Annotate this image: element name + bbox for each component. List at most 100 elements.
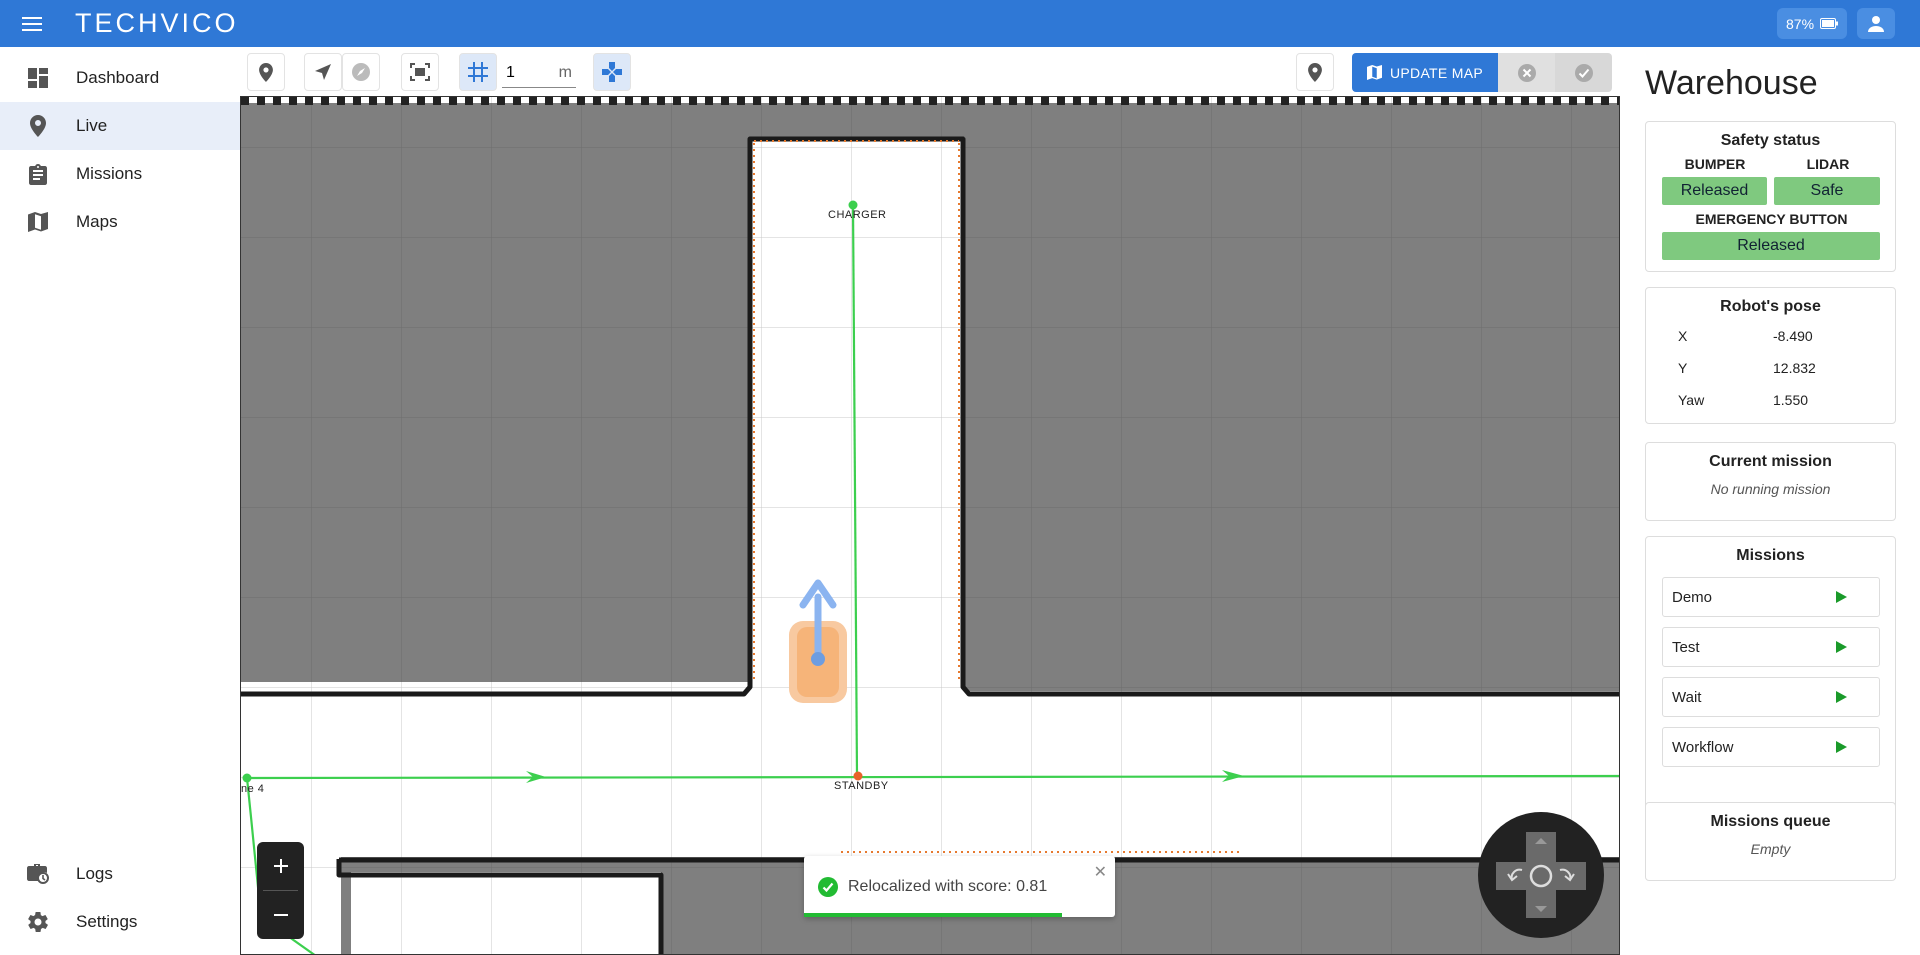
grid-icon xyxy=(468,62,488,82)
card-title: Current mission xyxy=(1709,453,1832,470)
pose-x-value: -8.490 xyxy=(1773,328,1813,344)
current-mission-card: Current mission No running mission xyxy=(1645,442,1896,521)
mission-item-workflow[interactable]: Workflow xyxy=(1662,727,1880,767)
battery-percent: 87% xyxy=(1786,15,1815,32)
sidebar-item-label: Live xyxy=(76,116,108,135)
poi-label-partial: ne 4 xyxy=(241,783,265,795)
robot-pose-card: Robot's pose X -8.490 Y 12.832 Yaw 1.550 xyxy=(1645,287,1896,424)
occupancy-map xyxy=(241,97,1619,954)
mission-name: Test xyxy=(1672,638,1700,656)
card-title: Robot's pose xyxy=(1720,298,1821,315)
pose-yaw-value: 1.550 xyxy=(1773,392,1809,408)
plus-icon xyxy=(273,859,288,873)
joystick-control[interactable] xyxy=(1478,812,1604,938)
pin-location-button[interactable] xyxy=(1296,53,1334,91)
card-title: Safety status xyxy=(1720,132,1821,149)
sidebar-item-maps[interactable]: Maps xyxy=(0,198,240,246)
toast-message: Relocalized with score: 0.81 xyxy=(848,877,1048,895)
sidebar-item-live[interactable]: Live xyxy=(0,102,240,150)
joystick-toggle-button[interactable] xyxy=(593,53,631,91)
grid-size-field[interactable]: m xyxy=(502,58,576,88)
mission-item-demo[interactable]: Demo xyxy=(1662,577,1880,617)
mission-item-test[interactable]: Test xyxy=(1662,627,1880,667)
sidebar-item-label: Maps xyxy=(76,212,118,231)
sidebar-item-dashboard[interactable]: Dashboard xyxy=(0,54,240,102)
clipboard-icon xyxy=(0,163,76,185)
compass-icon xyxy=(352,63,370,81)
check-circle-icon xyxy=(1574,63,1593,82)
sidebar-item-label: Missions xyxy=(76,164,143,183)
pose-yaw-label: Yaw xyxy=(1678,392,1705,408)
mission-name: Demo xyxy=(1672,588,1713,606)
fit-screen-icon xyxy=(410,63,430,81)
map-icon xyxy=(1367,65,1382,80)
play-icon[interactable] xyxy=(1836,741,1847,753)
pose-y-value: 12.832 xyxy=(1773,360,1816,376)
poi-label-charger: CHARGER xyxy=(828,209,887,221)
navigation-arrow-icon xyxy=(315,64,331,80)
top-app-bar: TECHVICO 87% xyxy=(0,0,1920,47)
battery-icon xyxy=(1820,18,1839,29)
bumper-status-badge: Released xyxy=(1662,177,1767,205)
toast-close-button[interactable]: ✕ xyxy=(1094,862,1107,882)
pose-x-label: X xyxy=(1678,328,1688,344)
card-title: Missions xyxy=(1736,547,1805,564)
update-map-button[interactable]: UPDATE MAP xyxy=(1352,53,1498,92)
sidebar-item-label: Logs xyxy=(76,864,113,883)
relocalize-toast: Relocalized with score: 0.81 ✕ xyxy=(804,856,1115,917)
menu-icon xyxy=(22,16,42,31)
emergency-status-badge: Released xyxy=(1662,232,1880,260)
navigate-button[interactable] xyxy=(304,53,342,91)
close-circle-icon xyxy=(1517,63,1536,82)
update-map-label: UPDATE MAP xyxy=(1390,64,1483,81)
mission-item-wait[interactable]: Wait xyxy=(1662,677,1880,717)
sidebar: Dashboard Live Missions Maps Logs Settin… xyxy=(0,47,240,955)
confirm-button[interactable] xyxy=(1555,53,1612,92)
pose-y-label: Y xyxy=(1678,360,1688,376)
location-pin-icon xyxy=(0,115,76,137)
app-logo: TECHVICO xyxy=(75,8,239,38)
minus-icon xyxy=(273,914,288,916)
mission-name: Workflow xyxy=(1672,738,1734,756)
grid-size-input[interactable] xyxy=(506,63,546,82)
bumper-label: BUMPER xyxy=(1684,156,1746,172)
status-panel: Warehouse Safety status BUMPER LIDAR Rel… xyxy=(1624,47,1920,955)
zoom-in-button[interactable] xyxy=(257,842,304,890)
toast-progress-bar xyxy=(804,913,1063,917)
gamepad-icon xyxy=(602,62,622,82)
cancel-button[interactable] xyxy=(1498,53,1555,92)
add-poi-button[interactable] xyxy=(247,53,285,91)
play-icon[interactable] xyxy=(1836,691,1847,703)
emergency-button-label: EMERGENCY BUTTON xyxy=(1695,211,1848,227)
location-pin-icon xyxy=(1308,62,1322,82)
location-pin-icon xyxy=(259,62,273,82)
user-account-button[interactable] xyxy=(1857,8,1895,39)
fit-view-button[interactable] xyxy=(401,53,439,91)
gear-icon xyxy=(0,912,76,932)
grid-unit-label: m xyxy=(558,63,572,81)
poi-label-standby: STANDBY xyxy=(834,780,889,792)
hamburger-menu-button[interactable] xyxy=(0,0,64,47)
play-icon[interactable] xyxy=(1836,641,1847,653)
page-title: Warehouse xyxy=(1645,64,1818,102)
lidar-label: LIDAR xyxy=(1806,156,1850,172)
dashboard-icon xyxy=(0,68,76,88)
zoom-out-button[interactable] xyxy=(257,891,304,939)
sidebar-item-label: Settings xyxy=(76,912,138,931)
map-canvas[interactable]: CHARGER STANDBY ne 4 xyxy=(240,96,1620,955)
grid-toggle-button[interactable] xyxy=(459,53,497,91)
missions-queue-value: Empty xyxy=(1750,841,1791,857)
check-circle-icon xyxy=(818,876,838,897)
missions-card: Missions Demo Test Wait Workflow xyxy=(1645,536,1896,834)
sidebar-item-logs[interactable]: Logs xyxy=(0,850,240,898)
sidebar-item-settings[interactable]: Settings xyxy=(0,898,240,946)
sidebar-item-missions[interactable]: Missions xyxy=(0,150,240,198)
lidar-status-badge: Safe xyxy=(1774,177,1880,205)
battery-indicator[interactable]: 87% xyxy=(1777,8,1848,39)
relocalize-button[interactable] xyxy=(342,53,380,91)
safety-status-card: Safety status BUMPER LIDAR Released Safe… xyxy=(1645,121,1896,272)
zoom-controls xyxy=(257,842,304,939)
play-icon[interactable] xyxy=(1836,591,1847,603)
dpad-icon xyxy=(1496,832,1586,918)
missions-queue-card: Missions queue Empty xyxy=(1645,802,1896,881)
